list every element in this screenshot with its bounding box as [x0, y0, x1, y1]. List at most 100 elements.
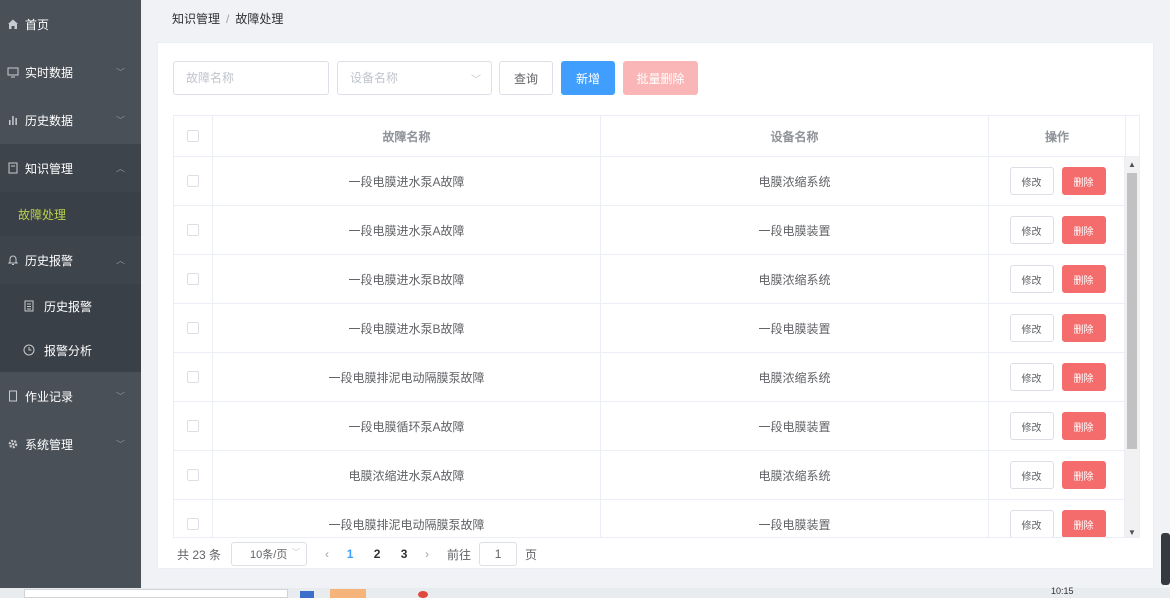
- scroll-down-arrow-icon[interactable]: ▼: [1125, 525, 1139, 537]
- delete-button[interactable]: 删除: [1061, 510, 1106, 537]
- sidebar-item-label: 知识管理: [25, 161, 74, 176]
- row-checkbox[interactable]: [187, 273, 199, 285]
- table-row: 一段电膜进水泵B故障 电膜浓缩系统 修改 删除: [174, 255, 1126, 304]
- scroll-up-arrow-icon[interactable]: ▲: [1125, 157, 1139, 171]
- row-checkbox[interactable]: [187, 371, 199, 383]
- edit-button[interactable]: 修改: [1009, 314, 1054, 342]
- taskbar-app-icon[interactable]: [330, 589, 366, 598]
- page-size-select[interactable]: 10条/页 ﹀: [231, 542, 308, 566]
- chevron-down-icon: ﹀: [292, 548, 301, 557]
- fault-name-cell: 一段电膜进水泵A故障: [213, 206, 601, 254]
- gear-icon: [6, 437, 20, 451]
- row-checkbox[interactable]: [187, 420, 199, 432]
- breadcrumb-parent[interactable]: 知识管理: [172, 12, 220, 26]
- fault-name-input[interactable]: [186, 71, 328, 85]
- edit-button[interactable]: 修改: [1009, 510, 1054, 537]
- edit-button[interactable]: 修改: [1009, 265, 1054, 293]
- floating-widget[interactable]: [1161, 533, 1170, 585]
- next-page-icon[interactable]: ›: [425, 547, 429, 561]
- taskbar-app-icon[interactable]: [418, 591, 428, 598]
- row-checkbox[interactable]: [187, 175, 199, 187]
- page-number[interactable]: 1: [339, 547, 361, 561]
- row-checkbox-cell: [174, 500, 213, 537]
- delete-button[interactable]: 删除: [1061, 363, 1106, 391]
- prev-page-icon[interactable]: ‹: [325, 547, 329, 561]
- bell-icon: [6, 253, 20, 267]
- header-device-name: 设备名称: [601, 116, 989, 156]
- taskbar-search-box[interactable]: [24, 589, 288, 598]
- sidebar-item-knowledge[interactable]: 知识管理 ︿: [0, 144, 141, 192]
- query-button[interactable]: 查询: [499, 61, 553, 95]
- page-number[interactable]: 3: [393, 547, 415, 561]
- device-name-cell: 一段电膜装置: [601, 500, 989, 537]
- delete-button[interactable]: 删除: [1061, 314, 1106, 342]
- scrollbar-thumb[interactable]: [1127, 173, 1137, 449]
- page-number[interactable]: 2: [366, 547, 388, 561]
- sidebar-item-label: 报警分析: [44, 343, 93, 358]
- sidebar-item-fault-handling[interactable]: 故障处理: [0, 192, 141, 236]
- edit-button[interactable]: 修改: [1009, 216, 1054, 244]
- edit-button[interactable]: 修改: [1009, 412, 1054, 440]
- row-checkbox[interactable]: [187, 322, 199, 334]
- sidebar-item-work-record[interactable]: 作业记录 ﹀: [0, 372, 141, 420]
- header-gutter: [1126, 116, 1139, 156]
- row-checkbox[interactable]: [187, 518, 199, 530]
- sidebar-item-history-data[interactable]: 历史数据 ﹀: [0, 96, 141, 144]
- submenu-knowledge: 故障处理: [0, 192, 141, 236]
- select-all-checkbox[interactable]: [187, 130, 199, 142]
- delete-button[interactable]: 删除: [1061, 461, 1106, 489]
- edit-button[interactable]: 修改: [1009, 363, 1054, 391]
- sidebar-item-system[interactable]: 系统管理 ﹀: [0, 420, 141, 468]
- header-checkbox-cell: [174, 116, 213, 156]
- sidebar-item-label: 故障处理: [18, 207, 67, 222]
- submenu-alarm: 历史报警 报警分析: [0, 284, 141, 372]
- chevron-down-icon: ﹀: [471, 75, 481, 86]
- operation-cell: 修改 删除: [989, 157, 1126, 205]
- goto-page-input[interactable]: 1: [479, 542, 518, 566]
- edit-button[interactable]: 修改: [1009, 461, 1054, 489]
- device-name-input[interactable]: [350, 71, 491, 85]
- taskbar-app-icon[interactable]: [300, 591, 314, 598]
- row-checkbox-cell: [174, 157, 213, 205]
- delete-button[interactable]: 删除: [1061, 412, 1106, 440]
- sidebar: 首页 实时数据 ﹀ 历史数据 ﹀ 知识管理 ︿ 故障处理 历史报警 ︿ 历史报警…: [0, 0, 141, 588]
- sidebar-item-label: 历史报警: [44, 299, 93, 314]
- table-row: 一段电膜排泥电动隔膜泵故障 一段电膜装置 修改 删除: [174, 500, 1126, 537]
- device-name-cell: 电膜浓缩系统: [601, 353, 989, 401]
- sidebar-item-alarm-history[interactable]: 历史报警 ︿: [0, 236, 141, 284]
- table-row: 电膜浓缩进水泵A故障 电膜浓缩系统 修改 删除: [174, 451, 1126, 500]
- row-checkbox[interactable]: [187, 469, 199, 481]
- breadcrumb-separator: /: [226, 12, 230, 26]
- sidebar-item-label: 实时数据: [25, 65, 74, 80]
- device-name-cell: 电膜浓缩系统: [601, 157, 989, 205]
- edit-button[interactable]: 修改: [1009, 167, 1054, 195]
- sidebar-item-alarm-history-sub[interactable]: 历史报警: [0, 284, 141, 328]
- sidebar-item-alarm-analysis[interactable]: 报警分析: [0, 328, 141, 372]
- chevron-down-icon: ﹀: [115, 67, 125, 78]
- add-button[interactable]: 新增: [561, 61, 615, 95]
- row-checkbox[interactable]: [187, 224, 199, 236]
- chevron-up-icon: ︿: [115, 163, 125, 174]
- delete-button[interactable]: 删除: [1061, 167, 1106, 195]
- chevron-down-icon: ﹀: [115, 115, 125, 126]
- batch-delete-button[interactable]: 批量删除: [623, 61, 698, 95]
- delete-button[interactable]: 删除: [1061, 265, 1106, 293]
- table-scrollbar[interactable]: ▲ ▼: [1124, 157, 1139, 537]
- row-checkbox-cell: [174, 451, 213, 499]
- sidebar-item-home[interactable]: 首页: [0, 0, 141, 48]
- sidebar-item-label: 历史报警: [25, 253, 74, 268]
- bar-chart-icon: [6, 113, 20, 127]
- taskbar-clock: 10:15: [1051, 586, 1074, 596]
- fault-name-cell: 一段电膜进水泵B故障: [213, 304, 601, 352]
- fault-name-cell: 一段电膜排泥电动隔膜泵故障: [213, 353, 601, 401]
- device-name-cell: 电膜浓缩系统: [601, 451, 989, 499]
- fault-name-field[interactable]: [173, 61, 329, 95]
- device-name-select[interactable]: ﹀: [337, 61, 492, 95]
- table-header: 故障名称 设备名称 操作: [174, 116, 1139, 157]
- delete-button[interactable]: 删除: [1061, 216, 1106, 244]
- document-icon: [22, 299, 36, 313]
- sidebar-item-label: 系统管理: [25, 437, 74, 452]
- operation-cell: 修改 删除: [989, 451, 1126, 499]
- sidebar-item-realtime[interactable]: 实时数据 ﹀: [0, 48, 141, 96]
- page-size-value: 10条/页: [250, 549, 288, 561]
